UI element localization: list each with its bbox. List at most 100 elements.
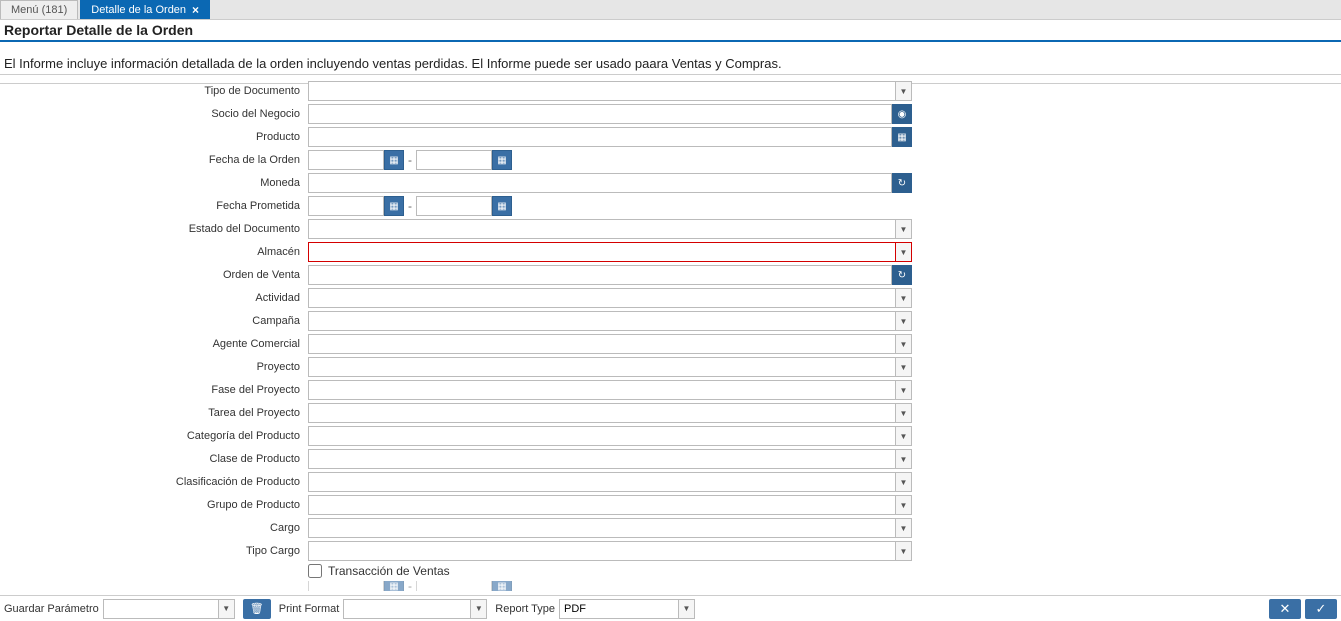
tipo-cargo-input[interactable]	[308, 541, 896, 561]
fecha-prometida-from-input[interactable]	[308, 196, 384, 216]
dropdown-icon[interactable]: ▼	[896, 311, 912, 331]
fecha-prometida-to-input[interactable]	[416, 196, 492, 216]
row-agente-comercial: Agente Comercial ▼	[10, 334, 1331, 354]
moneda-input[interactable]	[308, 173, 892, 193]
tab-detalle-orden[interactable]: Detalle de la Orden ×	[80, 0, 210, 19]
refresh-icon[interactable]: ↻	[892, 265, 912, 285]
calendar-icon[interactable]: ▦	[492, 150, 512, 170]
calendar-icon[interactable]: ▦	[384, 196, 404, 216]
fecha-orden-to-input[interactable]	[416, 150, 492, 170]
calendar-icon[interactable]: ▦	[384, 150, 404, 170]
label-moneda: Moneda	[10, 177, 308, 189]
range-separator: -	[408, 199, 412, 213]
guardar-parametro-input[interactable]	[103, 599, 219, 619]
calendar-icon[interactable]: ▦	[384, 581, 404, 591]
row-socio-negocio: Socio del Negocio ◉	[10, 104, 1331, 124]
label-cargo: Cargo	[10, 522, 308, 534]
fase-proyecto-input[interactable]	[308, 380, 896, 400]
tipo-documento-input[interactable]	[308, 81, 896, 101]
grid-icon[interactable]: ▦	[892, 127, 912, 147]
calendar-icon[interactable]: ▦	[492, 581, 512, 591]
row-partial: ▦ - ▦	[10, 581, 1331, 591]
clase-producto-input[interactable]	[308, 449, 896, 469]
ok-icon: ✓	[1316, 601, 1327, 617]
print-format-input[interactable]	[343, 599, 471, 619]
tab-menu[interactable]: Menú (181)	[0, 0, 78, 19]
label-categoria-producto: Categoría del Producto	[10, 430, 308, 442]
label-actividad: Actividad	[10, 292, 308, 304]
label-proyecto: Proyecto	[10, 361, 308, 373]
tab-bar: Menú (181) Detalle de la Orden ×	[0, 0, 1341, 20]
label-tipo-documento: Tipo de Documento	[10, 85, 308, 97]
range-separator: -	[408, 581, 412, 591]
row-moneda: Moneda ↻	[10, 173, 1331, 193]
dropdown-icon[interactable]: ▼	[679, 599, 695, 619]
socio-negocio-input[interactable]	[308, 104, 892, 124]
search-icon[interactable]: ◉	[892, 104, 912, 124]
label-fecha-prometida: Fecha Prometida	[10, 200, 308, 212]
dropdown-icon[interactable]: ▼	[896, 81, 912, 101]
partial-to-input[interactable]	[416, 581, 492, 591]
row-cargo: Cargo ▼	[10, 518, 1331, 538]
trash-icon: 🗑	[250, 602, 264, 615]
dropdown-icon[interactable]: ▼	[219, 599, 235, 619]
dropdown-icon[interactable]: ▼	[896, 472, 912, 492]
dropdown-icon[interactable]: ▼	[896, 288, 912, 308]
label-transaccion-ventas: Transacción de Ventas	[328, 564, 450, 578]
dropdown-icon[interactable]: ▼	[896, 334, 912, 354]
estado-documento-input[interactable]	[308, 219, 896, 239]
row-fecha-prometida: Fecha Prometida ▦ - ▦	[10, 196, 1331, 216]
tarea-proyecto-input[interactable]	[308, 403, 896, 423]
label-agente-comercial: Agente Comercial	[10, 338, 308, 350]
campana-input[interactable]	[308, 311, 896, 331]
refresh-icon[interactable]: ↻	[892, 173, 912, 193]
proyecto-input[interactable]	[308, 357, 896, 377]
row-producto: Producto ▦	[10, 127, 1331, 147]
delete-button[interactable]: 🗑	[243, 599, 271, 619]
form-scroll[interactable]: Tipo de Documento ▼ Socio del Negocio ◉ …	[0, 74, 1341, 595]
label-producto: Producto	[10, 131, 308, 143]
label-almacen: Almacén	[10, 246, 308, 258]
label-guardar-parametro: Guardar Parámetro	[4, 603, 99, 615]
row-fase-proyecto: Fase del Proyecto ▼	[10, 380, 1331, 400]
row-orden-venta: Orden de Venta ↻	[10, 265, 1331, 285]
cargo-input[interactable]	[308, 518, 896, 538]
grupo-producto-input[interactable]	[308, 495, 896, 515]
clasificacion-producto-input[interactable]	[308, 472, 896, 492]
dropdown-icon[interactable]: ▼	[896, 426, 912, 446]
dropdown-icon[interactable]: ▼	[896, 449, 912, 469]
dropdown-icon[interactable]: ▼	[896, 518, 912, 538]
dropdown-icon[interactable]: ▼	[471, 599, 487, 619]
dropdown-icon[interactable]: ▼	[896, 403, 912, 423]
producto-input[interactable]	[308, 127, 892, 147]
dropdown-icon[interactable]: ▼	[896, 357, 912, 377]
report-form: Tipo de Documento ▼ Socio del Negocio ◉ …	[0, 75, 1341, 595]
row-tipo-documento: Tipo de Documento ▼	[10, 81, 1331, 101]
almacen-input[interactable]	[308, 242, 896, 262]
actividad-input[interactable]	[308, 288, 896, 308]
partial-from-input[interactable]	[308, 581, 384, 591]
dropdown-icon[interactable]: ▼	[896, 495, 912, 515]
calendar-icon[interactable]: ▦	[492, 196, 512, 216]
close-icon[interactable]: ×	[192, 3, 199, 17]
orden-venta-input[interactable]	[308, 265, 892, 285]
label-tarea-proyecto: Tarea del Proyecto	[10, 407, 308, 419]
fecha-orden-from-input[interactable]	[308, 150, 384, 170]
label-campana: Campaña	[10, 315, 308, 327]
dropdown-icon[interactable]: ▼	[896, 242, 912, 262]
cancel-button[interactable]: ✕	[1269, 599, 1301, 619]
dropdown-icon[interactable]: ▼	[896, 541, 912, 561]
report-type-input[interactable]	[559, 599, 679, 619]
agente-comercial-input[interactable]	[308, 334, 896, 354]
label-report-type: Report Type	[495, 603, 555, 615]
tab-label: Detalle de la Orden	[91, 4, 186, 16]
label-print-format: Print Format	[279, 603, 340, 615]
dropdown-icon[interactable]: ▼	[896, 380, 912, 400]
label-orden-venta: Orden de Venta	[10, 269, 308, 281]
ok-button[interactable]: ✓	[1305, 599, 1337, 619]
row-proyecto: Proyecto ▼	[10, 357, 1331, 377]
transaccion-ventas-checkbox[interactable]	[308, 564, 322, 578]
dropdown-icon[interactable]: ▼	[896, 219, 912, 239]
row-categoria-producto: Categoría del Producto ▼	[10, 426, 1331, 446]
categoria-producto-input[interactable]	[308, 426, 896, 446]
